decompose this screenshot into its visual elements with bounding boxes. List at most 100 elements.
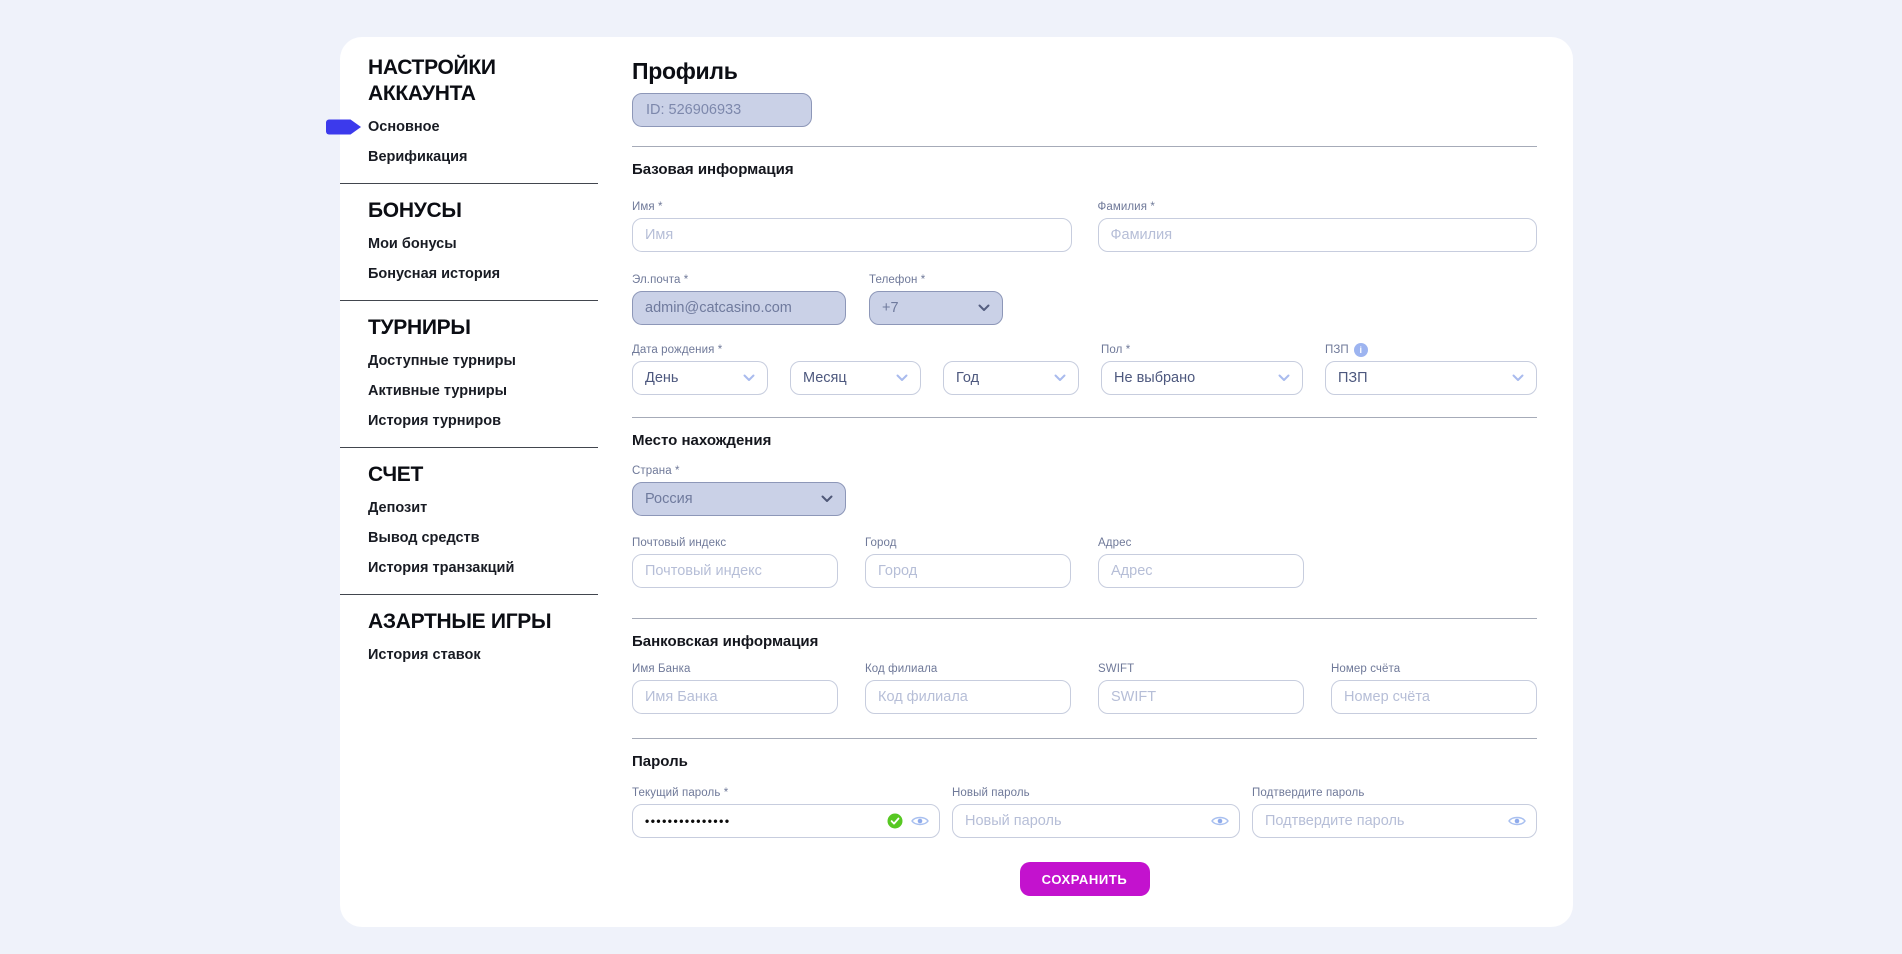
confirm-password-input[interactable] [1252,804,1537,838]
pzp-select[interactable]: ПЗП [1325,361,1537,395]
sidebar-item-withdrawal[interactable]: Вывод средств [368,527,632,549]
birth-year-field: Год [943,343,1079,395]
section-divider [632,417,1537,418]
sidebar-item-bet-history[interactable]: История ставок [368,644,632,666]
section-divider [632,146,1537,147]
sidebar-item-main[interactable]: Основное [368,116,632,138]
active-item-arrow-icon [326,120,361,135]
city-label: Город [865,536,1071,550]
current-password-field: Текущий пароль * [632,786,940,838]
chevron-down-icon [743,374,755,382]
first-name-label: Имя * [632,200,1072,214]
pzp-label: ПЗП i [1325,343,1537,357]
sidebar-item-my-bonuses[interactable]: Мои бонусы [368,233,632,255]
sidebar-item-label: Депозит [368,500,427,516]
last-name-input[interactable] [1098,218,1538,252]
address-row-spacer [1331,536,1537,588]
country-value: Россия [645,491,693,507]
profile-content: Профиль ID: 526906933 Базовая информация… [632,37,1573,927]
city-field: Город [865,536,1071,588]
sidebar-item-transaction-history[interactable]: История транзакций [368,557,632,579]
gender-select[interactable]: Не выбрано [1101,361,1303,395]
sidebar-heading-account: СЧЕТ [368,462,632,488]
confirm-password-wrap [1252,804,1537,838]
sidebar-section-account: СЧЕТ Депозит Вывод средств История транз… [368,462,632,579]
profile-id-badge: ID: 526906933 [632,93,812,127]
sidebar-item-available-tournaments[interactable]: Доступные турниры [368,350,632,372]
confirm-password-icons [1508,804,1526,838]
sidebar-item-label: Активные турниры [368,383,507,399]
postal-code-label: Почтовый индекс [632,536,838,550]
sidebar-heading-bonuses: БОНУСЫ [368,198,632,224]
address-field: Адрес [1098,536,1304,588]
swift-input[interactable] [1098,680,1304,714]
bank-name-field: Имя Банка [632,662,838,714]
branch-code-field: Код филиала [865,662,1071,714]
pzp-field: ПЗП i ПЗП [1325,343,1537,395]
eye-icon[interactable] [1508,815,1526,827]
account-number-input[interactable] [1331,680,1537,714]
birth-month-select[interactable]: Месяц [790,361,921,395]
phone-code-value: +7 [882,300,899,316]
address-input[interactable] [1098,554,1304,588]
account-settings-card: НАСТРОЙКИ АККАУНТА Основное Верификация … [340,37,1573,927]
sidebar-divider [340,447,598,448]
sidebar-item-tournament-history[interactable]: История турниров [368,410,632,432]
sidebar-item-label: Основное [368,119,440,135]
save-button[interactable]: СОХРАНИТЬ [1020,862,1150,896]
section-title-bank-info: Банковская информация [632,633,1537,650]
eye-icon[interactable] [911,815,929,827]
pzp-value: ПЗП [1338,370,1368,386]
eye-icon[interactable] [1211,815,1229,827]
sidebar-item-label: Бонусная история [368,266,500,282]
account-number-field: Номер счёта [1331,662,1537,714]
sidebar-item-active-tournaments[interactable]: Активные турниры [368,380,632,402]
section-title-basic-info: Базовая информация [632,161,1537,178]
password-row: Текущий пароль * [632,786,1537,838]
confirm-password-label: Подтвердите пароль [1252,786,1537,800]
page: НАСТРОЙКИ АККАУНТА Основное Верификация … [0,0,1902,954]
bank-row: Имя Банка Код филиала SWIFT Номер счёта [632,662,1537,714]
sidebar-heading-gambling: АЗАРТНЫЕ ИГРЫ [368,609,632,635]
branch-code-label: Код филиала [865,662,1071,676]
info-icon[interactable]: i [1354,343,1368,357]
birth-month-field: Месяц [790,343,921,395]
postal-code-input[interactable] [632,554,838,588]
bank-name-input[interactable] [632,680,838,714]
birth-day-field: Дата рождения * День [632,343,768,395]
country-select: Россия [632,482,846,516]
email-field: Эл.почта * [632,273,846,325]
sidebar-item-label: Вывод средств [368,530,480,546]
birth-year-label-spacer [943,343,1079,357]
birth-month-value: Месяц [803,370,847,386]
account-number-label: Номер счёта [1331,662,1537,676]
sidebar-item-verification[interactable]: Верификация [368,146,632,168]
first-name-input[interactable] [632,218,1072,252]
chevron-down-icon [896,374,908,382]
phone-field: Телефон * +7 [869,273,1003,325]
email-label: Эл.почта * [632,273,846,287]
birthdate-label: Дата рождения * [632,343,768,357]
address-row: Почтовый индекс Город Адрес [632,536,1537,588]
gender-value: Не выбрано [1114,370,1195,386]
chevron-down-icon [821,495,833,503]
new-password-input[interactable] [952,804,1240,838]
last-name-field: Фамилия * [1098,200,1538,252]
country-label: Страна * [632,464,846,478]
sidebar-item-deposit[interactable]: Депозит [368,497,632,519]
new-password-wrap [952,804,1240,838]
birthdate-row: Дата рождения * День Месяц [632,343,1537,395]
birth-month-label-spacer [790,343,921,357]
section-divider [632,738,1537,739]
address-label: Адрес [1098,536,1304,550]
sidebar-divider [340,183,598,184]
sidebar: НАСТРОЙКИ АККАУНТА Основное Верификация … [340,37,632,927]
birth-year-select[interactable]: Год [943,361,1079,395]
city-input[interactable] [865,554,1071,588]
sidebar-item-label: Доступные турниры [368,353,516,369]
birth-day-select[interactable]: День [632,361,768,395]
sidebar-item-bonus-history[interactable]: Бонусная история [368,263,632,285]
branch-code-input[interactable] [865,680,1071,714]
pzp-label-text: ПЗП [1325,343,1349,357]
birth-day-value: День [645,370,678,386]
